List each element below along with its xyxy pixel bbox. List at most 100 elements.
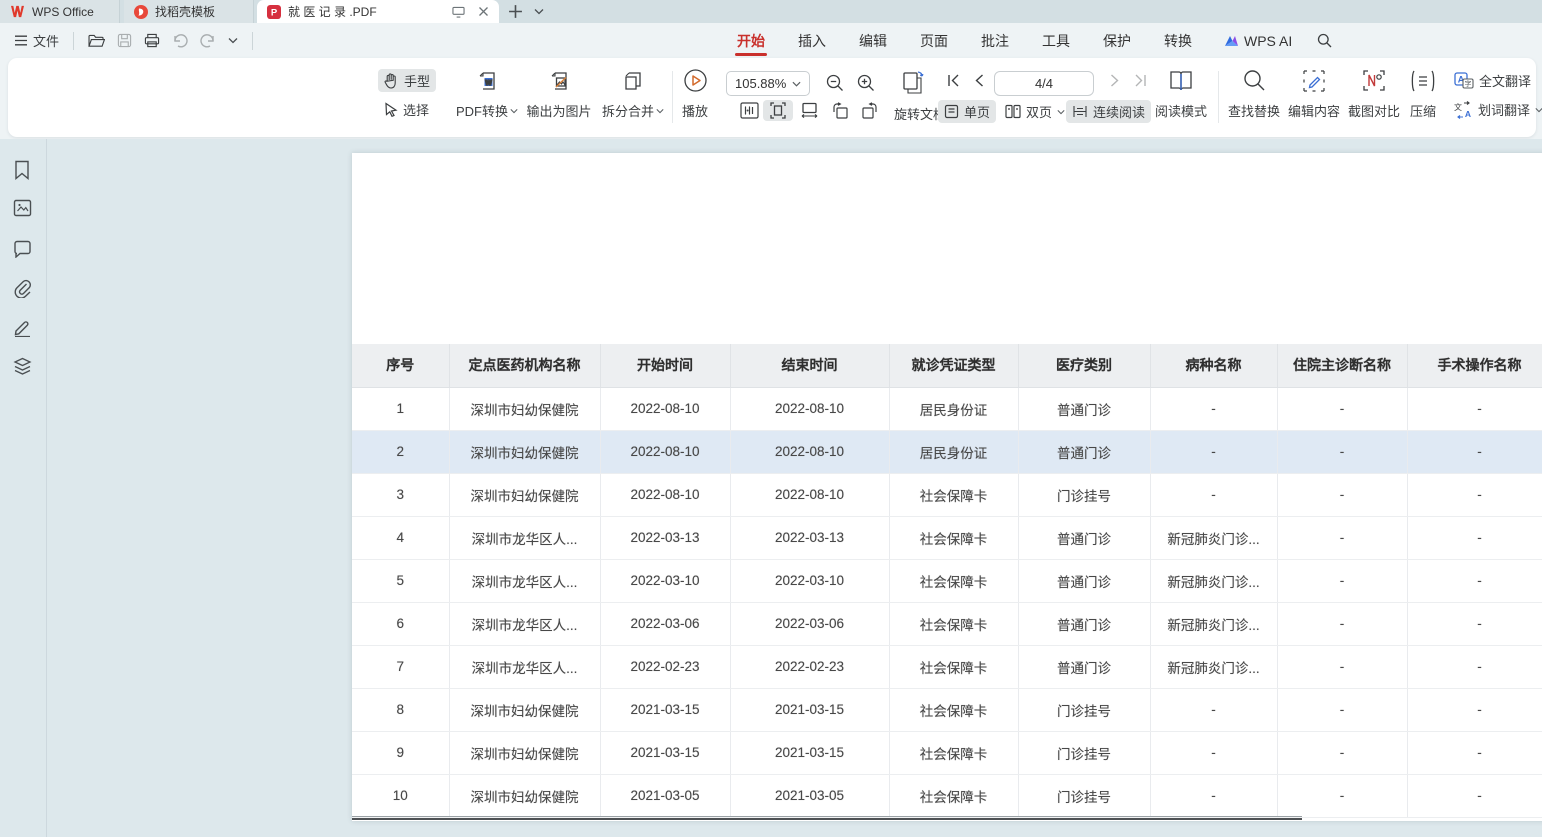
table-cell: 5 (352, 559, 449, 602)
word-translate-button[interactable]: 文A 划词翻译 (1448, 98, 1542, 121)
table-row: 8深圳市妇幼保健院2021-03-152021-03-15社会保障卡门诊挂号--… (352, 688, 1542, 731)
table-cell: 深圳市龙华区人... (449, 559, 600, 602)
divider (252, 32, 253, 50)
table-cell: - (1150, 473, 1277, 516)
previous-page-button[interactable] (968, 72, 990, 89)
menu-item-home[interactable]: 开始 (735, 24, 767, 58)
export-image-button[interactable]: 输出为图片 (520, 67, 598, 120)
table-cell: 社会保障卡 (889, 645, 1018, 688)
table-row: 10深圳市妇幼保健院2021-03-052021-03-05社会保障卡门诊挂号-… (352, 774, 1542, 817)
menu-search-icon[interactable] (1317, 33, 1332, 48)
table-cell: - (1407, 430, 1542, 473)
table-row: 6深圳市龙华区人...2022-03-062022-03-06社会保障卡普通门诊… (352, 602, 1542, 645)
table-cell: 深圳市龙华区人... (449, 602, 600, 645)
bookmarks-panel-icon[interactable] (13, 160, 31, 180)
table-cell: 2021-03-15 (730, 731, 889, 774)
split-merge-label: 拆分合并 (602, 101, 654, 120)
compress-icon (1410, 67, 1436, 94)
next-page-button[interactable] (1104, 72, 1126, 89)
table-cell: 2022-08-10 (730, 473, 889, 516)
attachments-panel-icon[interactable] (13, 279, 32, 298)
save-button[interactable] (111, 29, 138, 52)
table-cell: 门诊挂号 (1018, 688, 1150, 731)
tab-document-active[interactable]: P 就 医 记 录 .PDF (257, 0, 499, 23)
menu-item-page[interactable]: 页面 (918, 24, 950, 58)
double-page-button[interactable]: 双页 (999, 100, 1071, 123)
table-cell: 1 (352, 387, 449, 430)
open-file-button[interactable] (82, 30, 111, 52)
table-cell: - (1407, 559, 1542, 602)
menu-item-protect[interactable]: 保护 (1101, 24, 1133, 58)
play-button[interactable]: 播放 (656, 67, 734, 120)
rotate-right-button[interactable] (855, 100, 885, 121)
table-cell: - (1150, 731, 1277, 774)
zoom-in-icon (857, 74, 875, 92)
undo-button[interactable] (166, 30, 194, 52)
zoom-in-button[interactable] (851, 72, 881, 94)
table-cell: 社会保障卡 (889, 774, 1018, 817)
print-button[interactable] (138, 29, 166, 52)
fit-page-button[interactable] (763, 100, 793, 121)
table-cell: - (1277, 774, 1407, 817)
layers-panel-icon[interactable] (13, 357, 32, 376)
close-tab-icon[interactable] (478, 6, 489, 17)
compress-button[interactable]: 压缩 (1393, 67, 1453, 120)
single-page-label: 单页 (964, 102, 990, 121)
divider (73, 32, 74, 50)
table-cell: 3 (352, 473, 449, 516)
read-mode-button[interactable]: 阅读模式 (1143, 67, 1219, 120)
full-text-translate-button[interactable]: A字 全文翻译 (1448, 69, 1537, 92)
ribbon-toolbar: 手型 选择 W PDF转换 输出为图片 拆分合并 播放 (8, 58, 1536, 137)
tab-wps-office[interactable]: WPS Office (0, 0, 120, 23)
menu-item-insert[interactable]: 插入 (796, 24, 828, 58)
chevron-down-icon (510, 108, 518, 114)
zoom-out-button[interactable] (820, 72, 850, 94)
tab-list-chevron-icon[interactable] (534, 0, 544, 23)
chevron-right-icon (1110, 74, 1120, 87)
table-cell: 2021-03-05 (730, 774, 889, 817)
table-cell: 2022-03-06 (600, 602, 730, 645)
wps-ai-icon (1223, 34, 1239, 48)
export-image-label: 输出为图片 (526, 101, 591, 120)
find-replace-label: 查找替换 (1228, 101, 1280, 120)
redo-button[interactable] (194, 30, 222, 52)
table-cell: 普通门诊 (1018, 430, 1150, 473)
present-monitor-icon[interactable] (452, 6, 465, 18)
menu-item-wps-ai[interactable]: WPS AI (1223, 33, 1292, 49)
split-merge-icon (622, 67, 644, 94)
hand-tool-button[interactable]: 手型 (378, 69, 436, 92)
redo-icon (200, 34, 216, 48)
actual-size-button[interactable] (734, 100, 765, 121)
thumbnails-panel-icon[interactable] (13, 199, 32, 217)
rotate-document-icon[interactable] (892, 68, 931, 98)
new-tab-button[interactable] (508, 0, 523, 23)
pdf-convert-button[interactable]: W PDF转换 (448, 67, 526, 120)
quickbar-more-chevron-icon[interactable] (222, 33, 244, 48)
medical-records-table: 序号定点医药机构名称开始时间结束时间就诊凭证类型医疗类别病种名称住院主诊断名称手… (352, 344, 1542, 818)
continuous-reading-button[interactable]: 连续阅读 (1066, 100, 1151, 123)
zoom-level-select[interactable]: 105.88% (726, 71, 810, 96)
select-tool-button[interactable]: 选择 (378, 98, 435, 121)
table-cell: 2022-03-13 (600, 516, 730, 559)
table-cell: 2022-03-10 (600, 559, 730, 602)
table-cell: 2022-03-10 (730, 559, 889, 602)
tab-docer-template[interactable]: 找稻壳模板 (124, 0, 254, 23)
page-number-input[interactable] (994, 71, 1094, 96)
table-cell: 社会保障卡 (889, 516, 1018, 559)
double-page-icon (1005, 104, 1021, 119)
table-cell: 8 (352, 688, 449, 731)
menu-item-edit[interactable]: 编辑 (857, 24, 889, 58)
signature-panel-icon[interactable] (13, 318, 32, 337)
menu-item-convert[interactable]: 转换 (1162, 24, 1194, 58)
file-menu-button[interactable]: 文件 (8, 27, 65, 54)
menu-item-comment[interactable]: 批注 (979, 24, 1011, 58)
table-header-cell: 结束时间 (730, 344, 889, 387)
single-page-button[interactable]: 单页 (938, 100, 996, 123)
pdf-page: 序号定点医药机构名称开始时间结束时间就诊凭证类型医疗类别病种名称住院主诊断名称手… (352, 153, 1542, 821)
fit-width-button[interactable] (794, 100, 825, 120)
tab-label: WPS Office (32, 5, 94, 19)
comments-panel-icon[interactable] (13, 240, 32, 258)
menu-item-tools[interactable]: 工具 (1040, 24, 1072, 58)
rotate-left-button[interactable] (825, 100, 855, 121)
first-page-button[interactable] (941, 72, 966, 89)
